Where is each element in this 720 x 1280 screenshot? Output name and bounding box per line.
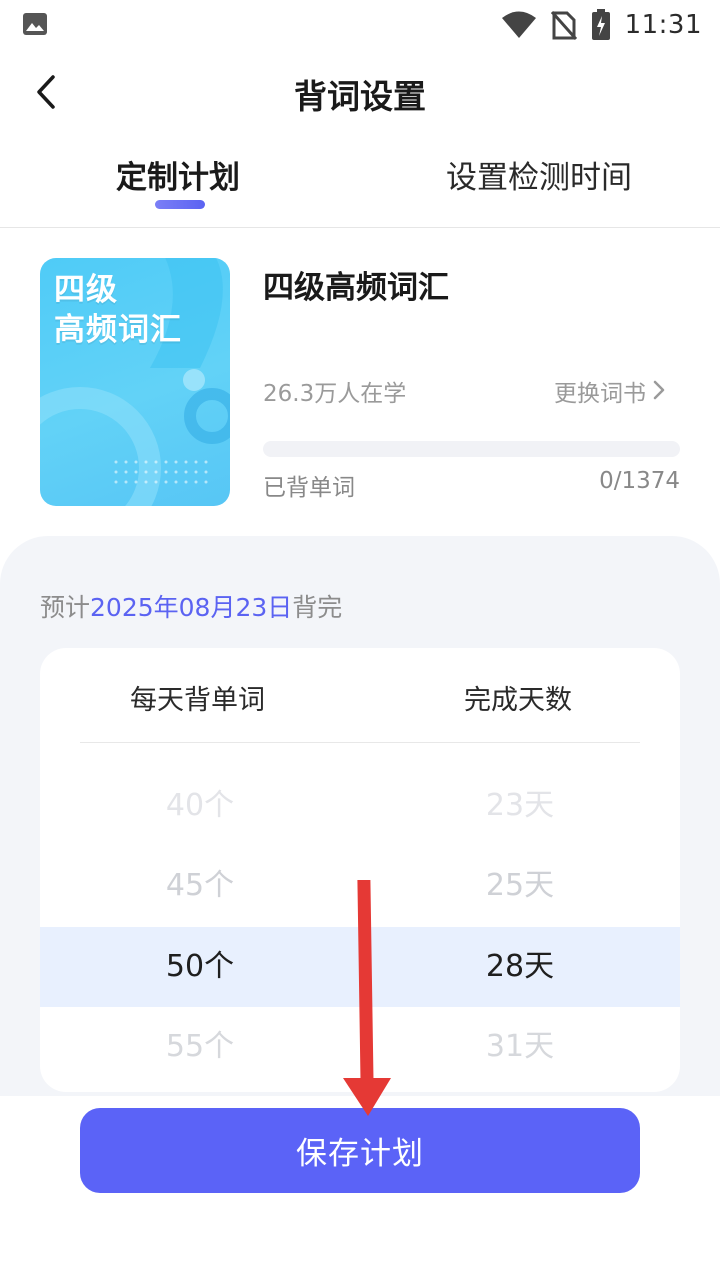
chevron-right-icon: [653, 380, 665, 400]
no-sim-icon: [550, 11, 577, 40]
learner-count: 26.3万人在学: [263, 381, 407, 407]
words-option: 40个: [165, 788, 235, 823]
days-option: 23天: [485, 788, 555, 823]
app-header: 背词设置: [0, 50, 720, 136]
page-title: 背词设置: [294, 77, 426, 116]
days-to-finish-header: 完成天数: [464, 685, 572, 716]
days-option: 25天: [485, 868, 555, 903]
cover-title: 四级 高频词汇: [54, 270, 182, 350]
cover-title-line2: 高频词汇: [54, 312, 182, 348]
learned-words-label: 已背单词: [263, 475, 355, 501]
picker-row[interactable]: 40个 23天: [40, 766, 680, 846]
forecast-date: 2025年08月23日: [90, 593, 293, 622]
change-book-label: 更换词书: [554, 381, 646, 407]
battery-charging-icon: [591, 9, 610, 40]
tab-check-time[interactable]: 设置检测时间: [446, 152, 632, 197]
annotation-arrow-icon: [343, 880, 391, 1116]
tab-custom-plan[interactable]: 定制计划: [116, 152, 240, 197]
forecast-suffix: 背完: [292, 593, 343, 622]
words-option: 55个: [165, 1029, 235, 1064]
picker-divider: [80, 742, 640, 743]
cover-title-line1: 四级: [54, 272, 118, 308]
days-option: 31天: [485, 1029, 555, 1064]
active-tab-indicator: [155, 200, 205, 209]
status-bar: 11:31: [0, 0, 720, 50]
tab-bar: 定制计划 设置检测时间: [0, 140, 720, 228]
change-book-link[interactable]: 更换词书: [554, 374, 668, 408]
words-option-selected: 50个: [165, 949, 235, 984]
book-cover: 四级 高频词汇: [40, 258, 230, 506]
days-option-selected: 28天: [485, 949, 555, 984]
words-per-day-header: 每天背单词: [130, 685, 265, 716]
status-time: 11:31: [624, 10, 702, 40]
status-icons: 11:31: [501, 8, 702, 42]
save-plan-button[interactable]: 保存计划: [80, 1108, 640, 1193]
learning-progress-bar: [263, 441, 680, 457]
words-option: 45个: [165, 868, 235, 903]
wifi-icon: [501, 11, 536, 38]
forecast-prefix: 预计: [40, 593, 91, 622]
finish-forecast: 预计2025年08月23日背完: [40, 588, 342, 624]
learned-words-count: 0/1374: [599, 468, 680, 494]
image-icon: [23, 13, 47, 35]
book-name: 四级高频词汇: [263, 270, 449, 306]
